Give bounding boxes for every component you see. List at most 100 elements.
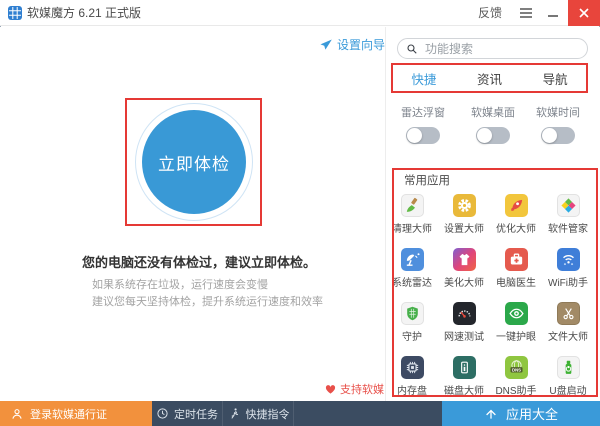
ram-disk-icon [400,356,424,379]
hamburger-icon [520,8,532,18]
app-label: DNS助手 [495,386,537,397]
toggle-desktop-label: 软媒桌面 [471,107,515,119]
app-guard[interactable]: 守护 [386,298,438,352]
title-bar: 软媒魔方 6.21 正式版 反馈 [0,0,600,26]
app-label: 守护 [402,332,422,343]
bottom-bar: 登录软媒通行证 定时任务 快捷指令 应用大全 [0,401,600,426]
file-master-icon [556,302,580,325]
app-settings-master[interactable]: 设置大师 [438,190,490,244]
running-person-icon [230,408,238,419]
all-apps-button[interactable]: 应用大全 [442,401,600,426]
tab-nav-label: 导航 [542,72,568,87]
app-usb-boot[interactable]: U盘启动 [542,352,594,406]
search-box [397,38,588,59]
health-tip-2: 建议您每天坚持体检，提升系统运行速度和效率 [92,296,323,308]
app-label: 文件大师 [548,332,588,343]
support-link[interactable]: 支持软媒 [325,381,384,397]
app-pc-doctor[interactable]: 电脑医生 [490,244,542,298]
eye-protection-icon [504,302,528,325]
tab-bar: 快捷 资讯 导航 [391,63,588,93]
app-label: 美化大师 [444,278,484,289]
toggle-radar-float-switch[interactable] [406,127,440,144]
app-wifi-assistant[interactable]: WiFi助手 [542,244,594,298]
scheduled-tasks-label: 定时任务 [174,408,218,421]
menu-button[interactable] [516,0,536,26]
app-label: 清理大师 [392,224,432,235]
apps-section-header: 常用应用 [404,175,450,187]
app-speed-test[interactable]: 网速测试 [438,298,490,352]
app-software-manager[interactable]: 软件管家 [542,190,594,244]
app-label: U盘启动 [549,386,587,397]
software-manager-icon [556,194,580,217]
app-dns-assistant[interactable]: DNS DNS助手 [490,352,542,406]
minimize-icon [548,15,558,17]
toggle-time-switch[interactable] [541,127,575,144]
app-label: 优化大师 [496,224,536,235]
active-tab-underline [395,91,452,93]
close-icon [579,8,589,18]
app-ram-disk[interactable]: 内存盘 [386,352,438,406]
app-label: WiFi助手 [548,278,588,289]
dns-icon-text: DNS [512,367,521,372]
clock-icon [157,408,168,419]
beautify-master-icon [452,248,476,271]
check-now-label: 立即体检 [158,154,230,174]
minimize-button[interactable] [543,0,563,26]
guard-icon [400,302,424,325]
app-file-master[interactable]: 文件大师 [542,298,594,352]
app-label: 内存盘 [397,386,427,397]
paper-plane-icon [320,38,332,50]
toggle-time-label: 软媒时间 [536,107,580,119]
toggle-desktop: 软媒桌面 [468,104,518,144]
toggle-radar-float: 雷达浮窗 [398,104,448,144]
app-system-radar[interactable]: 系统雷达 [386,244,438,298]
tab-quick[interactable]: 快捷 [391,63,457,93]
arrow-up-icon [486,409,496,419]
usb-boot-icon [556,356,580,379]
quick-commands-button[interactable]: 快捷指令 [224,401,294,426]
app-disk-master[interactable]: 磁盘大师 [438,352,490,406]
app-label: 磁盘大师 [444,386,484,397]
app-label: 电脑医生 [496,278,536,289]
app-window: 软媒魔方 6.21 正式版 反馈 设置向导 立即体检 您的电脑还没有体检过，建议… [0,0,600,426]
tab-nav[interactable]: 导航 [522,63,588,93]
window-title: 软媒魔方 6.21 正式版 [27,6,142,20]
app-grid: 清理大师 设置大师 优化大师 软件管家 系统雷达 美化大师 电脑医生 WiFi助… [386,190,594,406]
login-label: 登录软媒通行证 [30,408,107,421]
app-label: 软件管家 [548,224,588,235]
app-label: 一键护眼 [496,332,536,343]
search-input[interactable] [423,40,573,57]
toggle-knob [542,128,557,143]
settings-master-icon [452,194,476,217]
tab-news-label: 资讯 [477,72,503,87]
app-label: 网速测试 [444,332,484,343]
pc-doctor-icon [504,248,528,271]
toggle-knob [407,128,422,143]
close-button[interactable] [568,0,600,26]
feedback-link[interactable]: 反馈 [478,0,502,26]
disk-master-icon [452,356,476,379]
app-clean-master[interactable]: 清理大师 [386,190,438,244]
tab-news[interactable]: 资讯 [457,63,523,93]
optimize-master-icon [504,194,528,217]
wifi-assistant-icon [556,248,580,271]
setup-wizard-label: 设置向导 [337,38,386,52]
app-eye-protection[interactable]: 一键护眼 [490,298,542,352]
scheduled-tasks-button[interactable]: 定时任务 [152,401,223,426]
health-tip-1: 如果系统存在垃圾，运行速度会变慢 [92,279,268,291]
toggle-desktop-switch[interactable] [476,127,510,144]
health-headline: 您的电脑还没有体检过，建议立即体检。 [82,255,317,270]
heart-icon [325,384,336,394]
app-beautify-master[interactable]: 美化大师 [438,244,490,298]
quick-commands-label: 快捷指令 [245,408,290,421]
clean-master-icon [400,194,424,217]
setup-wizard-link[interactable]: 设置向导 [319,36,385,53]
app-label: 设置大师 [444,224,484,235]
toggle-knob [477,128,492,143]
check-now-button[interactable]: 立即体检 [142,110,246,214]
app-logo-icon [8,6,22,20]
dns-assistant-icon: DNS [504,356,528,379]
login-button[interactable]: 登录软媒通行证 [0,401,152,426]
app-label: 系统雷达 [392,278,432,289]
app-optimize-master[interactable]: 优化大师 [490,190,542,244]
